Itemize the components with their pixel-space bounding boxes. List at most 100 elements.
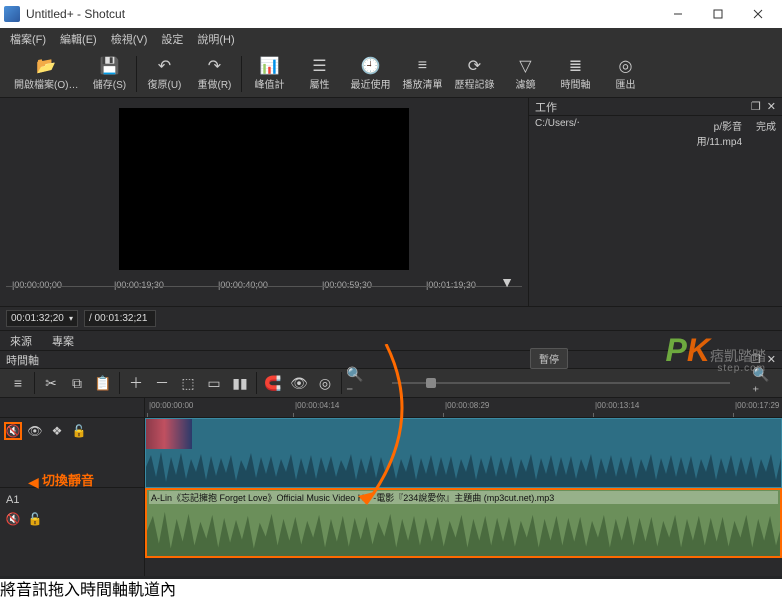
- job-path: C:/Users/‧: [535, 118, 664, 148]
- toolbar-separator: [241, 56, 242, 92]
- zoom-in-button[interactable]: 🔍⁺: [752, 371, 776, 395]
- video-clip[interactable]: [145, 418, 782, 488]
- menu-help[interactable]: 說明(H): [191, 29, 240, 49]
- timeline-menu-button[interactable]: ≡: [6, 371, 30, 395]
- timecode-current[interactable]: 00:01:32;20▾: [6, 310, 78, 327]
- lift-button[interactable]: ⬚: [176, 371, 200, 395]
- audio-clip-label: A-Lin《忘記擁抱 Forget Love》Official Music Vi…: [149, 491, 778, 504]
- main-toolbar: 📂開啟檔案(O)… 💾儲存(S) ↶復原(U) ↷重做(R) 📊峰值計 ☰屬性 …: [0, 50, 782, 98]
- properties-button[interactable]: ☰屬性: [294, 55, 344, 93]
- close-button[interactable]: [738, 1, 778, 27]
- history-button[interactable]: ⟳歷程記錄: [448, 55, 500, 93]
- redo-icon: ↷: [208, 57, 221, 75]
- jobs-title: 工作: [535, 99, 557, 115]
- timecode-total: / 00:01:32;21: [84, 310, 156, 327]
- history-icon: ⟳: [468, 57, 481, 75]
- titlebar: Untitled+ - Shotcut: [0, 0, 782, 28]
- window-title: Untitled+ - Shotcut: [26, 7, 658, 21]
- window-controls: [658, 1, 778, 27]
- jobs-undock-icon[interactable]: ❐: [751, 100, 761, 113]
- job-row[interactable]: C:/Users/‧ p/影音用/11.mp4 完成: [529, 116, 782, 150]
- menu-edit[interactable]: 編輯(E): [54, 29, 103, 49]
- maximize-button[interactable]: [698, 1, 738, 27]
- timeline-header: 時間軸 ❐✕: [0, 350, 782, 368]
- timeline-icon: ≣: [569, 57, 582, 75]
- jobs-close-icon[interactable]: ✕: [767, 100, 776, 113]
- tab-project[interactable]: 專案: [42, 331, 84, 351]
- audio-mute-button[interactable]: 🔇: [4, 510, 22, 528]
- tracks-canvas[interactable]: |00:00:00:00 |00:00:04:14 |00:00:08:29 |…: [145, 398, 782, 576]
- audio-track-header[interactable]: A1 🔇 🔓: [0, 488, 144, 558]
- toolbar-separator: [136, 56, 137, 92]
- timeline-close-icon[interactable]: ✕: [767, 353, 776, 366]
- clip-thumbnail: [146, 419, 192, 449]
- video-waveform: [146, 447, 782, 487]
- pause-button[interactable]: 暫停: [530, 348, 568, 369]
- menu-view[interactable]: 檢視(V): [105, 29, 154, 49]
- remove-button[interactable]: －: [150, 371, 174, 395]
- app-window: Untitled+ - Shotcut 檔案(F) 編輯(E) 檢視(V) 設定…: [0, 0, 782, 579]
- audio-lock-button[interactable]: 🔓: [26, 510, 44, 528]
- app-icon: [4, 6, 20, 22]
- funnel-icon: ▽: [519, 57, 531, 75]
- tab-source[interactable]: 來源: [0, 331, 42, 351]
- meters-icon: 📊: [259, 57, 279, 75]
- composite-button[interactable]: ❖: [48, 422, 66, 440]
- audio-waveform: [147, 504, 780, 557]
- audio-clip[interactable]: A-Lin《忘記擁抱 Forget Love》Official Music Vi…: [145, 488, 782, 558]
- snap-button[interactable]: 🧲: [261, 371, 285, 395]
- audio-track-label: A1: [4, 492, 140, 508]
- redo-button[interactable]: ↷重做(R): [189, 55, 239, 93]
- timeline-ruler[interactable]: |00:00:00:00 |00:00:04:14 |00:00:08:29 |…: [145, 398, 782, 418]
- playhead-marker-icon[interactable]: ▼: [500, 274, 514, 290]
- transport-bar: 00:01:32;20▾ / 00:01:32;21: [0, 306, 782, 330]
- chevron-down-icon[interactable]: ▾: [69, 314, 73, 323]
- preview-canvas[interactable]: [119, 108, 409, 270]
- list-icon: ☰: [312, 57, 326, 75]
- menu-file[interactable]: 檔案(F): [4, 29, 52, 49]
- annotation-main-text: 將音訊拖入時間軸軌道內: [0, 576, 782, 600]
- zoom-thumb[interactable]: [426, 378, 436, 388]
- cut-button[interactable]: ✂: [39, 371, 63, 395]
- lock-button[interactable]: 🔓: [70, 422, 88, 440]
- track-headers: 🔇 👁 ❖ 🔓 A1 🔇 🔓: [0, 398, 145, 576]
- split-button[interactable]: ▮▮: [228, 371, 252, 395]
- zoom-slider[interactable]: [372, 382, 750, 384]
- minimize-button[interactable]: [658, 1, 698, 27]
- mute-toggle-button[interactable]: 🔇: [4, 422, 22, 440]
- menu-settings[interactable]: 設定: [155, 29, 189, 49]
- paste-button[interactable]: 📋: [91, 371, 115, 395]
- save-icon: 💾: [99, 57, 119, 75]
- filters-button[interactable]: ▽濾鏡: [500, 55, 550, 93]
- source-tabs: 來源 專案: [0, 330, 782, 350]
- timeline-undock-icon[interactable]: ❐: [751, 353, 761, 366]
- ruler-baseline: [6, 286, 522, 300]
- clock-icon: 🕘: [360, 57, 380, 75]
- timeline-area: 🔇 👁 ❖ 🔓 A1 🔇 🔓 |00:00:00:00 |00:00:04:14…: [0, 398, 782, 576]
- copy-button[interactable]: ⧉: [65, 371, 89, 395]
- folder-open-icon: 📂: [36, 57, 56, 75]
- jobs-header: 工作 ❐ ✕: [529, 98, 782, 116]
- append-button[interactable]: ＋: [124, 371, 148, 395]
- undo-button[interactable]: ↶復原(U): [139, 55, 189, 93]
- target-icon: ◎: [618, 57, 632, 75]
- open-file-button[interactable]: 📂開啟檔案(O)…: [8, 55, 84, 93]
- content-row: |00:00:00;00 |00:00:19;30 |00:00:40;00 |…: [0, 98, 782, 306]
- preview-ruler[interactable]: |00:00:00;00 |00:00:19;30 |00:00:40;00 |…: [6, 274, 522, 300]
- jobs-panel: 工作 ❐ ✕ C:/Users/‧ p/影音用/11.mp4 完成: [528, 98, 782, 306]
- job-status: 完成: [748, 118, 776, 148]
- ripple-button[interactable]: ◎: [313, 371, 337, 395]
- export-button[interactable]: ◎匯出: [600, 55, 650, 93]
- recent-button[interactable]: 🕘最近使用: [344, 55, 396, 93]
- preview-panel: |00:00:00;00 |00:00:19;30 |00:00:40;00 |…: [0, 98, 528, 306]
- hide-toggle-button[interactable]: 👁: [26, 422, 44, 440]
- zoom-out-button[interactable]: 🔍⁻: [346, 371, 370, 395]
- peak-meter-button[interactable]: 📊峰值計: [244, 55, 294, 93]
- playlist-button[interactable]: ≡播放清單: [396, 55, 448, 93]
- timeline-toolbar: ≡ ✂ ⧉ 📋 ＋ － ⬚ ▭ ▮▮ 🧲 👁 ◎ 🔍⁻ 🔍⁺: [0, 368, 782, 398]
- timeline-button[interactable]: ≣時間軸: [550, 55, 600, 93]
- scrub-button[interactable]: 👁: [287, 371, 311, 395]
- overwrite-button[interactable]: ▭: [202, 371, 226, 395]
- save-button[interactable]: 💾儲存(S): [84, 55, 134, 93]
- video-track-header[interactable]: 🔇 👁 ❖ 🔓: [0, 418, 144, 488]
